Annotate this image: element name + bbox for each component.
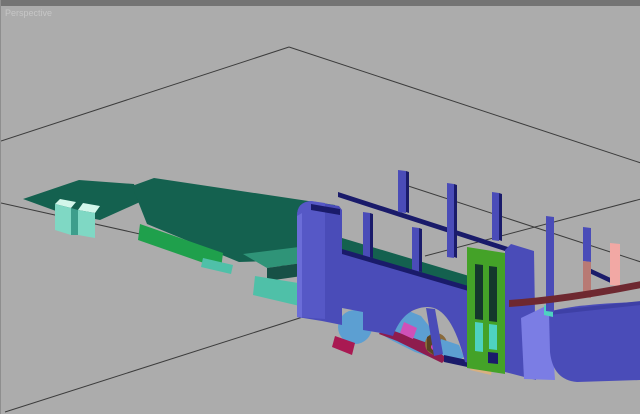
trailer-bracket-shadow: [71, 208, 78, 235]
trailer-bracket-front-right: [78, 210, 95, 238]
frame-slot-cyan-2: [489, 324, 497, 350]
stake-post-4-edge: [370, 213, 373, 258]
front-stake-2-top: [583, 227, 591, 262]
stake-post-2: [447, 183, 454, 258]
stake-post-1: [398, 170, 406, 213]
stake-post-5: [412, 227, 419, 272]
stake-post-1-edge: [406, 171, 409, 213]
frame-slot-dark-2: [489, 266, 497, 322]
front-bumper: [549, 302, 640, 382]
model-canvas[interactable]: [1, 0, 640, 414]
trailer-bracket-front-left: [55, 204, 71, 235]
stake-post-4: [363, 212, 370, 258]
front-post-pink: [610, 243, 620, 286]
3d-viewport[interactable]: Perspective: [0, 0, 640, 414]
stake-post-3: [492, 192, 499, 241]
ladder-frame: [467, 247, 505, 374]
frame-body: [467, 247, 505, 374]
viewport-titlebar: [1, 0, 640, 6]
viewport-label: Perspective: [5, 8, 52, 18]
frame-navy-bit: [488, 352, 498, 364]
stake-post-2-edge: [454, 184, 457, 258]
stake-post-5-edge: [419, 228, 422, 272]
frame-slot-dark-1: [475, 264, 483, 320]
side-wall-edge-highlight: [297, 213, 302, 318]
stake-post-3-edge: [499, 193, 502, 241]
frame-slot-cyan-1: [475, 322, 483, 352]
